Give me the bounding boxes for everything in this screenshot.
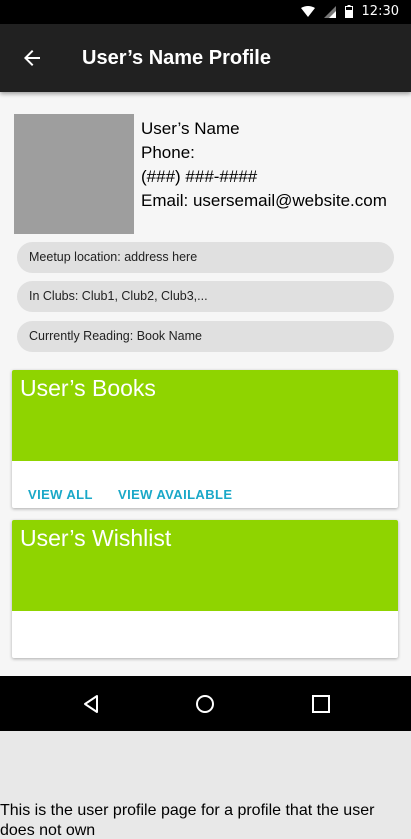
status-bar: 12:30 [0, 0, 411, 24]
battery-icon [344, 5, 353, 18]
wishlist-card: User’s Wishlist [12, 520, 398, 658]
view-all-button[interactable]: VIEW ALL [28, 487, 93, 502]
page-title: User’s Name Profile [82, 47, 271, 69]
books-card: User’s Books VIEW ALL VIEW AVAILABLE [12, 370, 398, 508]
phone-label: Phone: [141, 143, 195, 162]
recents-square-icon[interactable] [309, 692, 333, 716]
wishlist-card-title: User’s Wishlist [12, 520, 398, 611]
back-arrow-icon[interactable] [20, 46, 44, 70]
meetup-location-chip: Meetup location: address here [17, 242, 394, 273]
back-triangle-icon[interactable] [79, 692, 103, 716]
clubs-chip: In Clubs: Club1, Club2, Club3,... [17, 281, 394, 312]
wishlist-card-actions [12, 611, 398, 658]
signal-icon [323, 5, 336, 18]
wifi-icon [300, 5, 315, 17]
books-card-title: User’s Books [12, 370, 398, 461]
profile-info: User’s Name Phone: (###) ###-#### Email:… [141, 117, 387, 213]
system-nav-bar [0, 676, 411, 731]
profile-content: User’s Name Phone: (###) ###-#### Email:… [0, 92, 411, 676]
avatar [14, 114, 134, 234]
phone-number: (###) ###-#### [141, 167, 258, 186]
status-time: 12:30 [361, 4, 399, 19]
home-circle-icon[interactable] [193, 692, 217, 716]
app-bar: User’s Name Profile [0, 24, 411, 92]
currently-reading-chip: Currently Reading: Book Name [17, 321, 394, 352]
view-available-button[interactable]: VIEW AVAILABLE [118, 487, 232, 502]
status-icons: 12:30 [300, 4, 399, 19]
caption-text: This is the user profile page for a prof… [0, 802, 375, 839]
books-card-actions: VIEW ALL VIEW AVAILABLE [12, 461, 398, 508]
user-name: User’s Name [141, 119, 240, 138]
email: Email: usersemail@website.com [141, 191, 387, 210]
